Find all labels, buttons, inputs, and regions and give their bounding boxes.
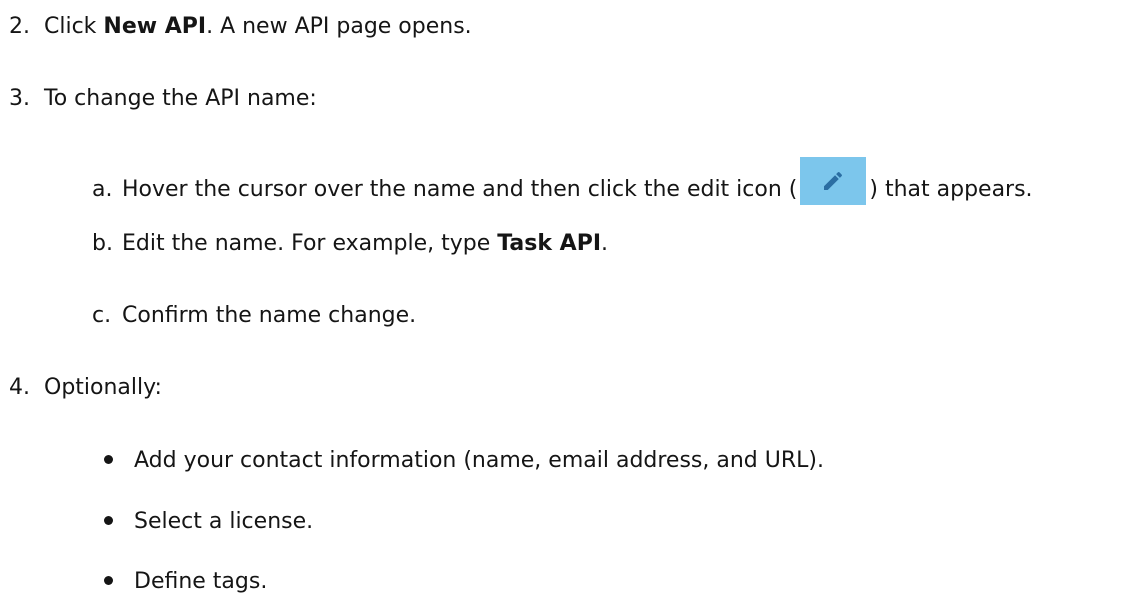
bullet-icon [104, 576, 113, 585]
step-3: 3. To change the API name: [0, 84, 317, 114]
bullet-item: Add your contact information (name, emai… [104, 446, 824, 476]
step-2: 2. Click New API. A new API page opens. [0, 12, 472, 42]
step-number: 2. [9, 14, 30, 39]
substep-text-post: . [601, 231, 609, 256]
step-4: 4. Optionally: [0, 373, 162, 403]
substep-c: c. Confirm the name change. [92, 301, 416, 331]
bullet-item: Define tags. [104, 567, 267, 597]
bullet-icon [104, 516, 113, 525]
substep-letter: b. [92, 231, 113, 256]
bullet-item: Select a license. [104, 507, 313, 537]
substep-letter: c. [92, 303, 112, 328]
bullet-text: Define tags. [134, 569, 268, 594]
bullet-text: Select a license. [134, 509, 314, 534]
step-text-post: . A new API page opens. [206, 14, 472, 39]
bullet-icon [104, 455, 113, 464]
substep-text: Confirm the name change. [122, 303, 417, 328]
substep-text-pre: Edit the name. For example, type [122, 231, 498, 256]
substep-letter: a. [92, 177, 113, 202]
step-number: 3. [9, 86, 30, 111]
task-api-label: Task API [497, 231, 602, 256]
step-text: Optionally: [44, 375, 162, 400]
pencil-edit-icon [800, 157, 867, 205]
step-text: To change the API name: [44, 86, 317, 111]
substep-text-post: ) that appears. [869, 177, 1033, 202]
substep-b: b. Edit the name. For example, type Task … [92, 229, 608, 259]
substep-a: a. Hover the cursor over the name and the… [92, 157, 1033, 205]
step-number: 4. [9, 375, 30, 400]
substep-text-pre: Hover the cursor over the name and then … [122, 177, 798, 202]
new-api-label: New API [103, 14, 207, 39]
bullet-text: Add your contact information (name, emai… [134, 448, 824, 473]
step-text-pre: Click [44, 14, 104, 39]
